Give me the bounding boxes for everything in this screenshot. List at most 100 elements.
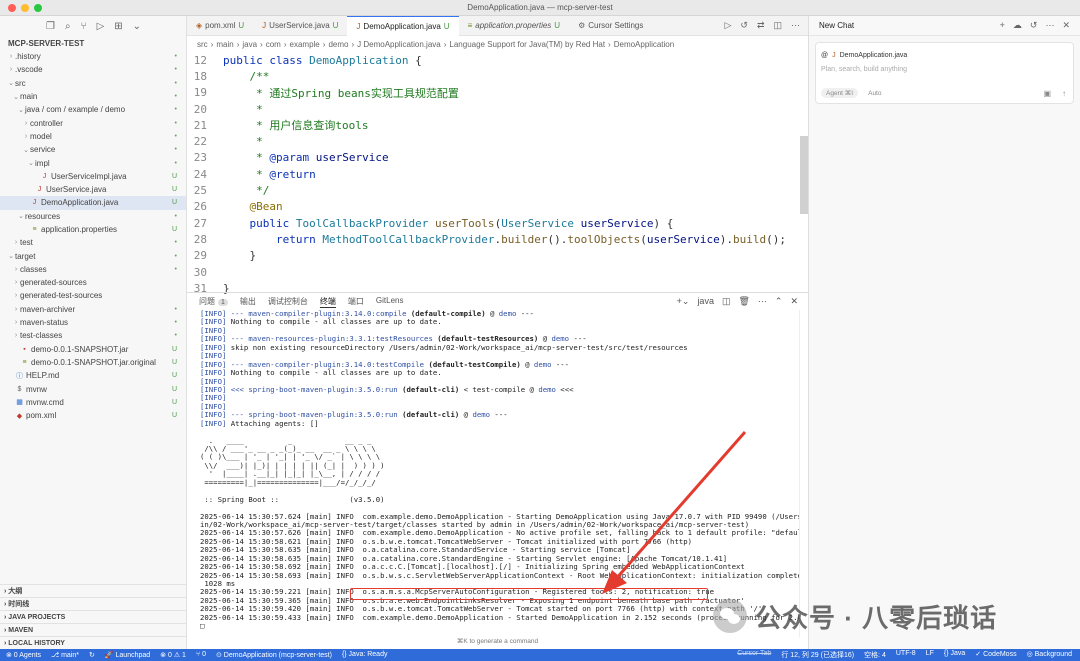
panel-tab[interactable]: GitLens <box>376 296 404 308</box>
breadcrumb-item[interactable]: DemoApplication <box>614 40 674 49</box>
tree-item[interactable]: ⓘ HELP.md U <box>0 369 186 382</box>
tree-item[interactable]: › generated-test-sources <box>0 289 186 302</box>
tree-item[interactable]: › .history • <box>0 50 186 63</box>
code-editor[interactable]: 12 public class DemoApplication {18 /** 19… <box>187 52 808 295</box>
code-line[interactable]: 23 * @param userService <box>187 150 808 166</box>
status-item[interactable]: ⑂ 0 <box>196 651 206 659</box>
tree-item[interactable]: ≡ application.properties U <box>0 223 186 236</box>
source-control-icon[interactable]: ⑂ <box>81 21 87 32</box>
tree-item[interactable]: ⌄ service • <box>0 143 186 156</box>
code-line[interactable]: 24 * @return <box>187 166 808 182</box>
tree-item[interactable]: › classes • <box>0 263 186 276</box>
code-line[interactable]: 30 <box>187 264 808 280</box>
sidebar-section-header[interactable]: › 时间线 <box>0 597 187 610</box>
sidebar-section-header[interactable]: › JAVA PROJECTS <box>0 610 187 623</box>
breadcrumb-item[interactable]: demo <box>328 40 348 49</box>
close-panel-icon[interactable]: ✕ <box>790 296 798 307</box>
search-icon[interactable]: ⌕ <box>65 21 71 32</box>
tree-item[interactable]: ▪ demo-0.0.1-SNAPSHOT.jar U <box>0 343 186 356</box>
status-item[interactable]: ⊙ DemoApplication (mcp-server-test) <box>216 651 332 659</box>
status-item[interactable]: ⊗ 0 ⚠ 1 <box>160 651 186 659</box>
history-icon[interactable]: ↺ <box>1030 20 1038 31</box>
zoom-window-icon[interactable] <box>34 4 42 12</box>
code-line[interactable]: 22 * <box>187 133 808 149</box>
code-line[interactable]: 20 * <box>187 101 808 117</box>
more-icon[interactable]: ⋯ <box>758 296 767 307</box>
new-chat-icon[interactable]: + <box>1000 20 1005 31</box>
status-item[interactable]: ◎ Background <box>1027 650 1072 660</box>
status-item[interactable]: ✓ CodeMoss <box>975 650 1016 660</box>
status-item[interactable]: Cursor Tab <box>737 650 771 660</box>
split-editor-icon[interactable]: ◫ <box>773 20 782 31</box>
sidebar-section-header[interactable]: › LOCAL HISTORY <box>0 636 187 649</box>
agent-mode-button[interactable]: Agent ⌘I <box>821 88 859 98</box>
status-item[interactable]: ⎇ main* <box>51 651 79 659</box>
status-item[interactable]: LF <box>926 650 934 660</box>
panel-tab[interactable]: 问题 1 <box>199 296 228 308</box>
chat-title[interactable]: New Chat <box>819 21 854 30</box>
tree-item[interactable]: ⌄ src • <box>0 77 186 90</box>
maximize-panel-icon[interactable]: ⌃ <box>775 296 783 307</box>
status-item[interactable]: 空格: 4 <box>864 650 886 660</box>
window-controls[interactable] <box>8 4 42 12</box>
code-line[interactable]: 25 */ <box>187 182 808 198</box>
minimize-window-icon[interactable] <box>21 4 29 12</box>
split-terminal-icon[interactable]: ◫ <box>722 296 731 307</box>
code-line[interactable]: 28 return MethodToolCallbackProvider.bui… <box>187 231 808 247</box>
history-icon[interactable]: ↺ <box>740 20 748 31</box>
breadcrumb-item[interactable]: main <box>216 40 233 49</box>
tree-item[interactable]: J UserService.java U <box>0 183 186 196</box>
editor-tab[interactable]: J UserService.java U <box>253 16 347 36</box>
status-item[interactable]: 行 12, 列 29 (已选择16) <box>781 650 854 660</box>
code-line[interactable]: 12 public class DemoApplication { <box>187 52 808 68</box>
tree-item[interactable]: › test-classes • <box>0 329 186 342</box>
files-icon[interactable]: ❐ <box>46 21 55 32</box>
editor-tab[interactable]: ≡ application.properties U <box>459 16 570 36</box>
terminal-name[interactable]: java <box>697 296 714 307</box>
editor-tab[interactable]: ⚙ Cursor Settings <box>569 16 652 36</box>
cloud-icon[interactable]: ☁ <box>1013 20 1022 31</box>
extensions-icon[interactable]: ⊞ <box>114 21 122 32</box>
explorer-root[interactable]: MCP-SERVER-TEST <box>0 36 186 50</box>
code-line[interactable]: 18 /** <box>187 68 808 84</box>
tree-item[interactable]: ◆ pom.xml U <box>0 409 186 422</box>
code-line[interactable]: 19 * 通过Spring beans实现工具规范配置 <box>187 85 808 101</box>
code-line[interactable]: 26 @Bean <box>187 199 808 215</box>
context-chip[interactable]: @ J DemoApplication.java <box>821 52 907 59</box>
status-item[interactable]: 🚀 Launchpad <box>105 651 150 659</box>
panel-tab[interactable]: 端口 <box>348 296 364 308</box>
sidebar-section-header[interactable]: › MAVEN <box>0 623 187 636</box>
tree-item[interactable]: › .vscode • <box>0 63 186 76</box>
breadcrumb-item[interactable]: com <box>266 40 281 49</box>
breadcrumb-item[interactable]: java <box>242 40 257 49</box>
editor-tab[interactable]: ◈ pom.xml U <box>187 16 253 36</box>
tree-item[interactable]: J UserServiceImpl.java U <box>0 170 186 183</box>
trash-icon[interactable]: 🗑 <box>738 296 749 307</box>
run-icon[interactable]: ▷ <box>724 20 731 31</box>
breadcrumb-item[interactable]: src <box>197 40 208 49</box>
model-select[interactable]: Auto <box>868 90 881 97</box>
tree-item[interactable]: ≡ demo-0.0.1-SNAPSHOT.jar.original U <box>0 356 186 369</box>
tree-item[interactable]: › generated-sources <box>0 276 186 289</box>
code-line[interactable]: 21 * 用户信息查询tools <box>187 117 808 133</box>
close-window-icon[interactable] <box>8 4 16 12</box>
status-item[interactable]: ⊗ 0 Agents <box>6 651 41 659</box>
editor-scrollbar[interactable] <box>800 136 808 214</box>
image-icon[interactable]: ▣ <box>1043 89 1051 98</box>
close-icon[interactable]: ✕ <box>1062 20 1070 31</box>
run-debug-icon[interactable]: ▷ <box>97 21 105 32</box>
panel-tab[interactable]: 终端 <box>319 296 336 308</box>
terminal-scrollbar[interactable] <box>799 310 808 637</box>
breadcrumb-item[interactable]: example <box>290 40 320 49</box>
code-line[interactable]: 27 public ToolCallbackProvider userTools… <box>187 215 808 231</box>
chevron-down-icon[interactable]: ⌄ <box>133 21 141 32</box>
editor-tab[interactable]: J DemoApplication.java U <box>347 15 459 36</box>
code-line[interactable]: 29 } <box>187 248 808 264</box>
tree-item[interactable]: ⌄ main • <box>0 90 186 103</box>
tree-item[interactable]: › model • <box>0 130 186 143</box>
chat-input-box[interactable]: @ J DemoApplication.java Plan, search, b… <box>815 42 1074 104</box>
panel-tab[interactable]: 输出 <box>240 296 256 308</box>
tree-item[interactable]: J DemoApplication.java U <box>0 196 186 210</box>
panel-tab[interactable]: 调试控制台 <box>268 296 308 308</box>
new-terminal-icon[interactable]: +⌄ <box>677 296 690 307</box>
